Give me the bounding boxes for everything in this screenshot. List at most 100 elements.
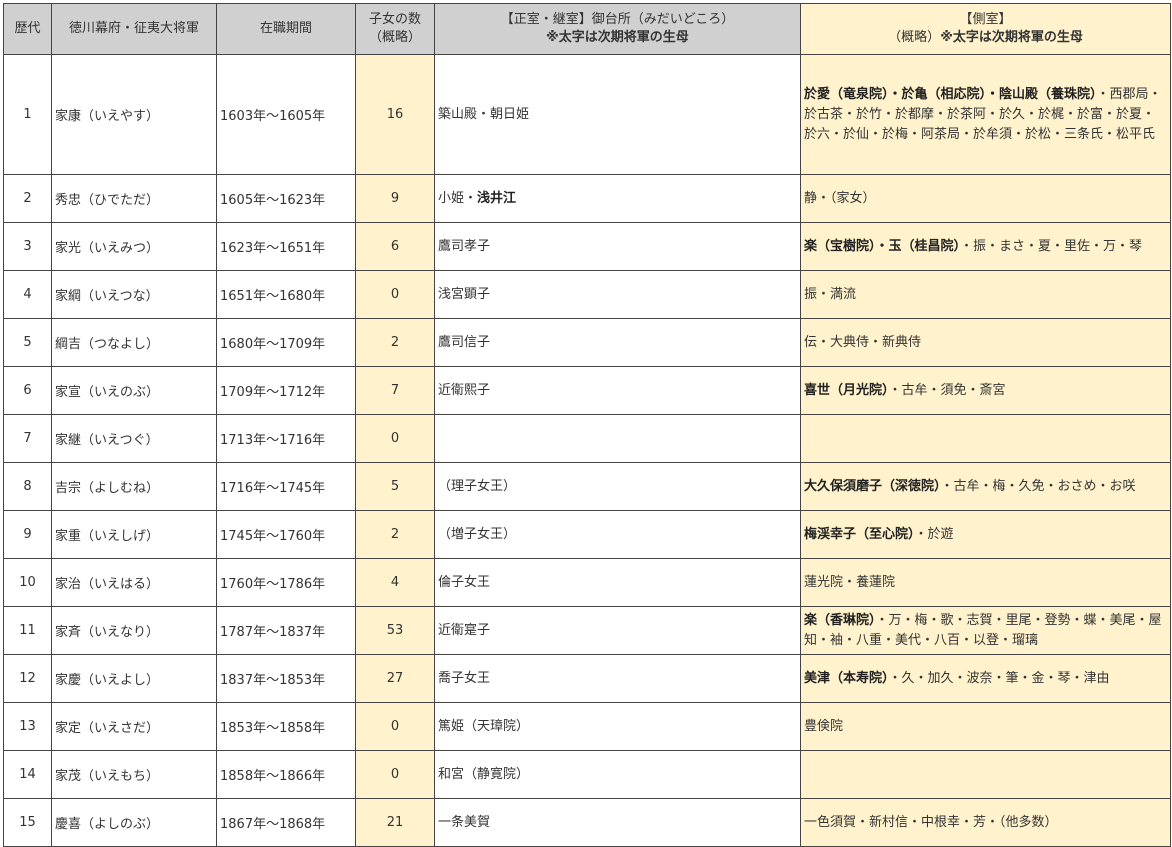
table-row: 4 家綱（いえつな） 1651年〜1680年 0 浅宮顕子 振・満流 [3,270,1171,319]
cell-period: 1745年〜1760年 [216,510,356,559]
cell-concubines: 美津（本寿院）・久・加久・波奈・筆・金・琴・津由 [800,654,1171,703]
cell-children: 27 [355,654,435,703]
wife-name: 小姫・ [438,190,478,206]
table-row: 12 家慶（いえよし） 1837年〜1853年 27 喬子女王 美津（本寿院）・久・加久・… [3,654,1171,703]
cell-no: 7 [3,414,52,463]
cell-period: 1623年〜1651年 [216,222,356,271]
cell-concubines [800,750,1171,799]
concubine-names: ・久・加久・波奈・筆・金・琴・津由 [888,670,1110,686]
concubine-names: ・古牟・梅・久免・おさめ・お咲 [940,478,1136,494]
header-concubines: 【側室】 （概略）※太字は次期将軍の生母 [800,3,1171,55]
cell-period: 1787年〜1837年 [216,606,356,655]
cell-period: 1709年〜1712年 [216,366,356,415]
cell-name: 家綱（いえつな） [51,270,217,319]
cell-no: 13 [3,702,52,751]
cell-children: 0 [355,414,435,463]
table-row: 6 家宣（いえのぶ） 1709年〜1712年 7 近衛熙子 喜世（月光院）・古牟・須免・斎… [3,366,1171,415]
cell-concubines: 於愛（竜泉院）・於亀（相応院）・陰山殿（養珠院）・西郡局・於古茶・於竹・於都摩・… [800,54,1171,175]
cell-period: 1713年〜1716年 [216,414,356,463]
cell-main-wife: 築山殿・朝日姫 [434,54,801,175]
table-row: 5 綱吉（つなよし） 1680年〜1709年 2 鷹司信子 伝・大典侍・新典侍 [3,318,1171,367]
table-row: 14 家茂（いえもち） 1858年〜1866年 0 和宮（静寛院） [3,750,1171,799]
cell-period: 1651年〜1680年 [216,270,356,319]
cell-main-wife: （増子女王） [434,510,801,559]
header-period: 在職期間 [216,3,356,55]
cell-concubines: 豊倹院 [800,702,1171,751]
cell-name: 家康（いえやす） [51,54,217,175]
cell-concubines: 大久保須磨子（深徳院）・古牟・梅・久免・おさめ・お咲 [800,462,1171,511]
cell-name: 家宣（いえのぶ） [51,366,217,415]
wife-name: （理子女王） [438,478,517,494]
cell-main-wife: 倫子女王 [434,558,801,607]
cell-children: 9 [355,174,435,223]
cell-period: 1716年〜1745年 [216,462,356,511]
cell-concubines: 喜世（月光院）・古牟・須免・斎宮 [800,366,1171,415]
cell-concubines: 一色須賀・新村信・中根幸・芳・（他多数） [800,798,1171,847]
concubine-names: 振・満流 [804,286,857,302]
cell-name: 家光（いえみつ） [51,222,217,271]
cell-children: 2 [355,510,435,559]
cell-no: 10 [3,558,52,607]
wife-name: 喬子女王 [438,670,491,686]
cell-children: 0 [355,270,435,319]
wife-name: 篤姫（天璋院） [438,718,530,734]
cell-main-wife: 鷹司孝子 [434,222,801,271]
cell-main-wife: 小姫・浅井江 [434,174,801,223]
concubine-names: 静・（家女） [804,190,876,206]
header-no: 歴代 [3,3,52,55]
cell-no: 2 [3,174,52,223]
wife-name: 倫子女王 [438,574,491,590]
concubine-names: 蓮光院・養蓮院 [804,574,896,590]
cell-main-wife: 近衛寔子 [434,606,801,655]
concubine-names: ・於遊 [914,526,954,542]
cell-no: 1 [3,54,52,175]
cell-period: 1760年〜1786年 [216,558,356,607]
wife-name: 築山殿・朝日姫 [438,106,530,122]
table-row: 8 吉宗（よしむね） 1716年〜1745年 5 （理子女王） 大久保須磨子（深徳院）・古… [3,462,1171,511]
cell-no: 4 [3,270,52,319]
table-row: 9 家重（いえしげ） 1745年〜1760年 2 （増子女王） 梅渓幸子（至心院）・於遊 [3,510,1171,559]
shogun-table: 歴代 徳川幕府・征夷大将軍 在職期間 子女の数 （概略） 【正室・継室】御台所（み… [3,3,1171,847]
header-children: 子女の数 （概略） [355,3,435,55]
mother-of-next-shogun: 浅井江 [477,190,517,206]
concubine-names: 豊倹院 [804,718,844,734]
cell-name: 綱吉（つなよし） [51,318,217,367]
cell-main-wife: （理子女王） [434,462,801,511]
wife-name: （増子女王） [438,526,517,542]
cell-no: 11 [3,606,52,655]
cell-main-wife: 鷹司信子 [434,318,801,367]
mother-of-next-shogun: 陰山殿（養珠院） [999,86,1097,102]
wife-name: 近衛寔子 [438,622,491,638]
concubine-names: 一色須賀・新村信・中根幸・芳・（他多数） [804,814,1058,830]
cell-children: 6 [355,222,435,271]
cell-period: 1867年〜1868年 [216,798,356,847]
cell-main-wife: 一条美賀 [434,798,801,847]
cell-children: 7 [355,366,435,415]
wife-name: 一条美賀 [438,814,491,830]
mother-of-next-shogun: 於愛（竜泉院）・於亀（相応院）・ [804,86,1000,102]
cell-period: 1680年〜1709年 [216,318,356,367]
table-row: 15 慶喜（よしのぶ） 1867年〜1868年 21 一条美賀 一色須賀・新村信・中根幸・… [3,798,1171,847]
table-row: 3 家光（いえみつ） 1623年〜1651年 6 鷹司孝子 楽（宝樹院）・玉（桂昌院）・振… [3,222,1171,271]
cell-children: 53 [355,606,435,655]
cell-main-wife: 喬子女王 [434,654,801,703]
cell-no: 3 [3,222,52,271]
concubine-names: ・古牟・須免・斎宮 [888,382,1006,398]
cell-period: 1837年〜1853年 [216,654,356,703]
cell-children: 2 [355,318,435,367]
concubine-names: ・振・まさ・夏・里佐・万・琴 [960,238,1143,254]
cell-concubines: 振・満流 [800,270,1171,319]
cell-no: 5 [3,318,52,367]
cell-period: 1858年〜1866年 [216,750,356,799]
table-row: 2 秀忠（ひでただ） 1605年〜1623年 9 小姫・浅井江 静・（家女） [3,174,1171,223]
wife-name: 鷹司信子 [438,334,491,350]
cell-name: 家治（いえはる） [51,558,217,607]
cell-no: 6 [3,366,52,415]
cell-name: 家慶（いえよし） [51,654,217,703]
cell-children: 0 [355,702,435,751]
header-name: 徳川幕府・征夷大将軍 [51,3,217,55]
cell-main-wife [434,414,801,463]
concubine-names: 伝・大典侍・新典侍 [804,334,922,350]
table-row: 11 家斉（いえなり） 1787年〜1837年 53 近衛寔子 楽（香琳院）・万・梅・歌・… [3,606,1171,655]
cell-no: 12 [3,654,52,703]
